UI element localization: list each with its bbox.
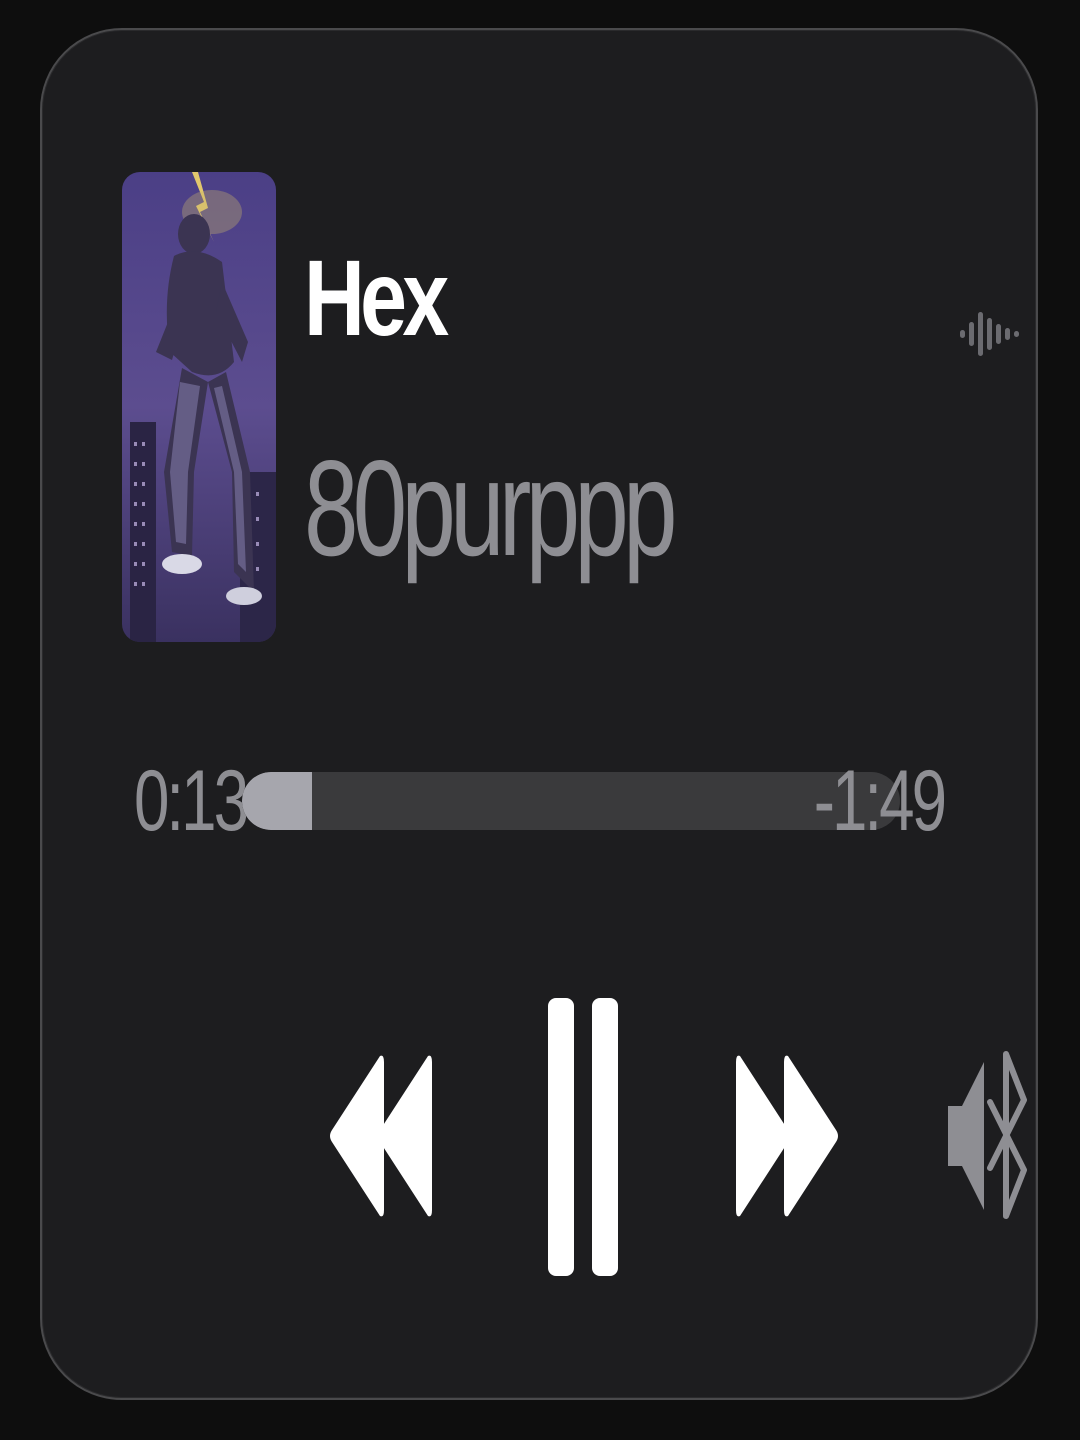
time-remaining: -1:49 — [813, 753, 947, 849]
fast-forward-button[interactable] — [736, 1050, 840, 1222]
pause-icon — [548, 998, 618, 1276]
pause-button[interactable] — [544, 996, 622, 1278]
progress-fill — [242, 772, 313, 830]
audio-output-button[interactable] — [946, 1046, 1030, 1226]
time-elapsed: 0:13 — [134, 753, 249, 849]
rewind-icon — [330, 1055, 432, 1217]
waveform-icon — [958, 308, 1022, 360]
now-playing-card: Hex 80purppp 0:13 -1:49 — [40, 28, 1038, 1400]
rewind-button[interactable] — [328, 1050, 432, 1222]
album-art[interactable] — [122, 172, 276, 642]
track-title: Hex — [304, 237, 449, 358]
progress-bar[interactable] — [242, 772, 900, 830]
fast-forward-icon — [736, 1055, 838, 1217]
speaker-bluetooth-icon — [948, 1051, 1027, 1219]
album-art-image — [122, 172, 276, 642]
track-artist: 80purppp — [304, 432, 677, 584]
